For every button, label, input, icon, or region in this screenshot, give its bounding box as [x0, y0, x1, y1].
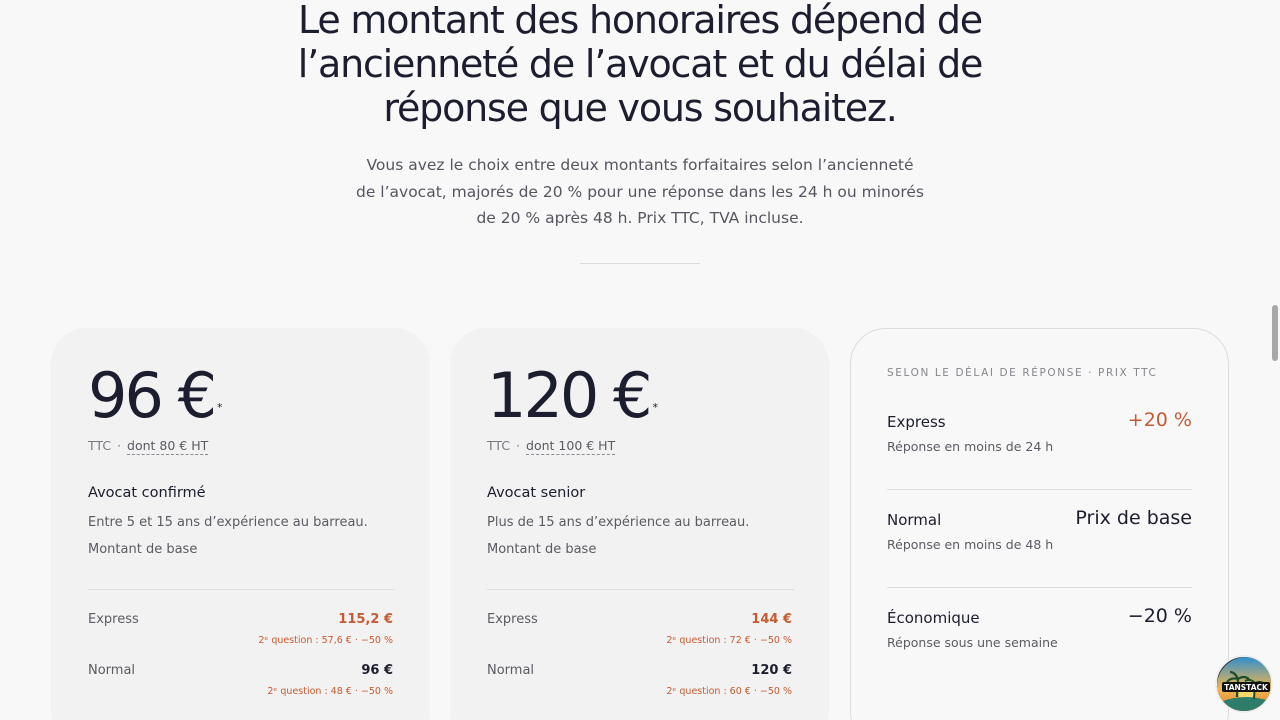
ttc-label: TTC [88, 438, 112, 453]
page-scrollbar[interactable] [1272, 305, 1278, 361]
card-divider [487, 589, 794, 590]
card-title: Avocat confirmé [88, 485, 206, 501]
price-asterisk: * [652, 401, 659, 414]
delay-description: Réponse en moins de 24 h [887, 439, 1054, 454]
ht-tooltip-link[interactable]: dont 100 € HT [526, 438, 616, 455]
delay-name: Économique [887, 609, 980, 627]
hero-title-line: l’ancienneté de l’avocat et du délai de [297, 42, 984, 86]
delay-value: −20 % [1127, 605, 1192, 627]
hero-subtitle-line: de l’avocat, majorés de 20 % pour une ré… [355, 182, 924, 201]
price-row-express: Express 115,2 € 2ᵉ question : 57,6 € · −… [88, 612, 393, 656]
card-base-label: Montant de base [88, 542, 198, 557]
delay-row-normal: Normal Réponse en moins de 48 h Prix de … [887, 507, 1192, 591]
price: 120 € * [487, 358, 658, 434]
row-value: 144 € [751, 612, 792, 627]
hero-subtitle-line: Vous avez le choix entre deux montants f… [366, 156, 914, 174]
card-divider [88, 589, 395, 590]
panel-heading: SELON LE DÉLAI DE RÉPONSE · PRIX TTC [887, 367, 1158, 379]
row-note: 2ᵉ question : 60 € · −50 % [666, 686, 792, 697]
delay-row-economique: Économique Réponse sous une semaine −20 … [887, 605, 1192, 689]
row-note: 2ᵉ question : 57,6 € · −50 % [258, 635, 393, 646]
panel-divider [887, 587, 1192, 588]
hero-title: Le montant des honoraires dépend de l’an… [140, 0, 1140, 130]
delay-value: +20 % [1127, 409, 1192, 431]
ht-tooltip-link[interactable]: dont 80 € HT [127, 438, 209, 455]
price-value: 120 € [487, 359, 652, 432]
price-row-normal: Normal 120 € 2ᵉ question : 60 € · −50 % [487, 663, 792, 707]
row-note: 2ᵉ question : 48 € · −50 % [267, 686, 393, 697]
price-row-express: Express 144 € 2ᵉ question : 72 € · −50 % [487, 612, 792, 656]
separator-dot: · [117, 438, 122, 453]
card-description: Plus de 15 ans d’expérience au barreau. [487, 515, 750, 530]
price-row-normal: Normal 96 € 2ᵉ question : 48 € · −50 % [88, 663, 393, 707]
delay-panel: SELON LE DÉLAI DE RÉPONSE · PRIX TTC Exp… [850, 328, 1229, 720]
hero-title-line: réponse que vous souhaitez. [383, 86, 897, 130]
hero-subtitle: Vous avez le choix entre deux montants f… [340, 152, 940, 232]
pricing-card-senior: 120 € * TTC · dont 100 € HT Avocat senior P… [450, 328, 829, 720]
row-label: Normal [88, 663, 136, 678]
delay-description: Réponse en moins de 48 h [887, 537, 1054, 552]
card-base-label: Montant de base [487, 542, 597, 557]
ttc-label: TTC [487, 438, 511, 453]
price: 96 € * [88, 358, 223, 434]
delay-value: Prix de base [1075, 507, 1192, 529]
price-tax-line: TTC · dont 100 € HT [487, 438, 616, 455]
badge-label: TANSTACK [1224, 683, 1269, 692]
row-value: 120 € [751, 663, 792, 678]
row-value: 115,2 € [338, 612, 393, 627]
delay-name: Normal [887, 511, 942, 529]
card-title: Avocat senior [487, 485, 586, 501]
price-tax-line: TTC · dont 80 € HT [88, 438, 209, 455]
delay-row-express: Express Réponse en moins de 24 h +20 % [887, 409, 1192, 493]
pricing-card-confirme: 96 € * TTC · dont 80 € HT Avocat confirmé E… [51, 328, 430, 720]
row-label: Normal [487, 663, 535, 678]
price-asterisk: * [217, 401, 223, 414]
tanstack-logo-icon: TANSTACK [1217, 657, 1271, 711]
hero-title-line: Le montant des honoraires dépend de [298, 0, 983, 42]
row-label: Express [88, 612, 139, 627]
price-value: 96 € [88, 359, 217, 432]
row-label: Express [487, 612, 538, 627]
section-divider [580, 263, 700, 264]
hero-subtitle-line: de 20 % après 48 h. Prix TTC, TVA inclus… [476, 209, 804, 227]
panel-divider [887, 489, 1192, 490]
delay-description: Réponse sous une semaine [887, 635, 1058, 650]
row-value: 96 € [361, 663, 393, 678]
delay-name: Express [887, 413, 946, 431]
row-note: 2ᵉ question : 72 € · −50 % [666, 635, 792, 646]
separator-dot: · [516, 438, 521, 453]
card-description: Entre 5 et 15 ans d’expérience au barrea… [88, 515, 368, 530]
tanstack-devtools-badge[interactable]: TANSTACK [1215, 655, 1273, 713]
